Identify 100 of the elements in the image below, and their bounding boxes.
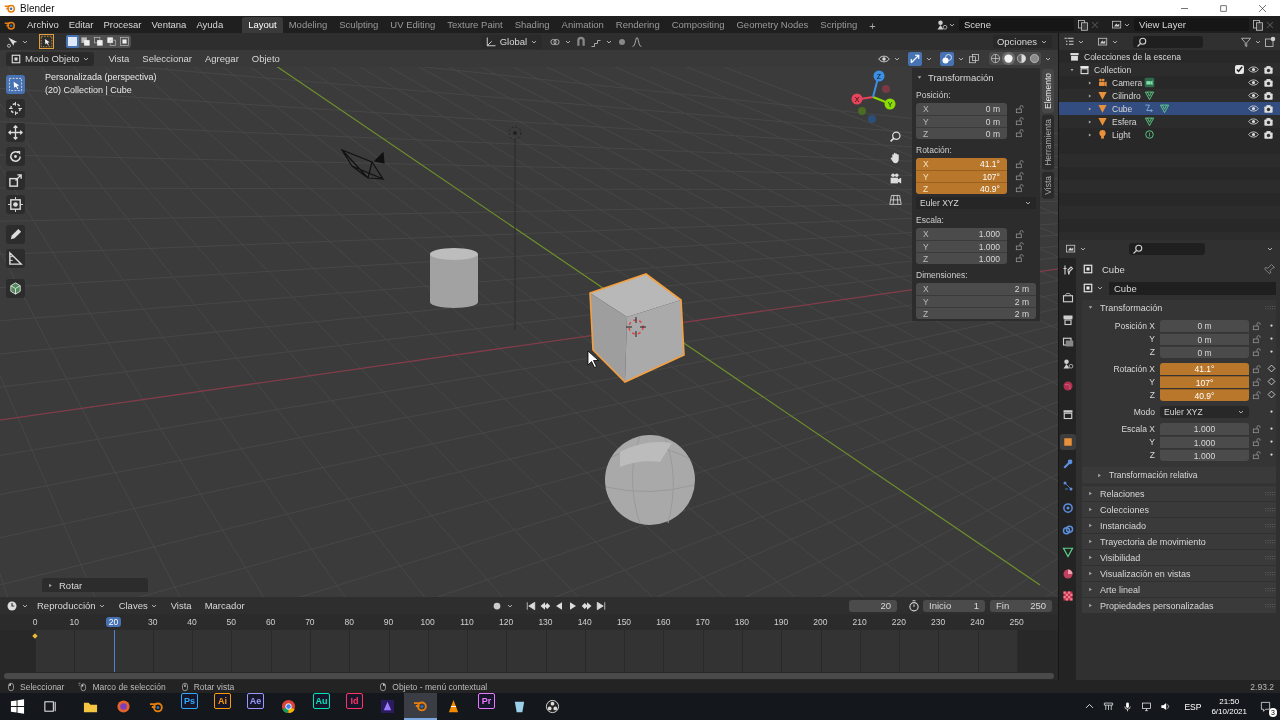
name-field[interactable]: Cube	[1109, 281, 1276, 295]
tray-icon[interactable]	[1103, 701, 1115, 712]
network-icon[interactable]	[1141, 701, 1153, 712]
menu-item[interactable]: Vista	[103, 53, 135, 64]
wireframe-shading-icon[interactable]	[989, 52, 1002, 65]
number-field[interactable]: X 41.1°	[916, 158, 1007, 170]
rotation-mode-dropdown[interactable]: Euler XYZ	[916, 197, 1036, 209]
lock-icon[interactable]	[1252, 436, 1262, 447]
browser-icon[interactable]	[281, 699, 296, 714]
new-icon[interactable]	[1252, 18, 1264, 31]
number-field[interactable]: Z 40.9°	[916, 182, 1007, 194]
taskbar-button[interactable]: Au	[313, 693, 330, 709]
workspace-tab[interactable]: Scripting	[814, 17, 864, 33]
number-field[interactable]: 0 m	[1160, 345, 1249, 358]
expand-arrow-icon[interactable]	[1087, 490, 1094, 497]
panel-title[interactable]: Instanciado	[1100, 520, 1147, 531]
lock-icon[interactable]	[1252, 320, 1262, 331]
outliner-row[interactable]: Cube	[1059, 102, 1280, 115]
mesh-data-icon[interactable]	[1144, 116, 1155, 127]
mesh-data-icon[interactable]	[1159, 103, 1170, 114]
taskbar-button[interactable]: Id	[346, 693, 363, 709]
search-field[interactable]	[1129, 243, 1205, 255]
app-icon[interactable]	[380, 699, 395, 714]
pencil-tool-icon[interactable]	[6, 225, 25, 244]
mode-dropdown[interactable]: Euler XYZ	[1160, 405, 1249, 418]
panel-title[interactable]: Arte lineal	[1100, 584, 1141, 595]
jump-start-icon[interactable]	[525, 599, 538, 612]
lock-icon[interactable]	[1015, 171, 1025, 181]
selection-mode-icon[interactable]	[118, 35, 131, 48]
material-shading-icon[interactable]	[1015, 52, 1028, 65]
last-operator-panel[interactable]: Rotar	[42, 578, 148, 592]
expand-arrow-icon[interactable]	[916, 73, 923, 81]
app-icon[interactable]	[512, 699, 527, 714]
expand-arrow-icon[interactable]	[1087, 522, 1094, 529]
selection-mode-icon[interactable]	[92, 35, 105, 48]
windows-icon[interactable]	[10, 699, 25, 714]
expand-arrow-icon[interactable]	[1087, 554, 1094, 561]
lock-icon[interactable]	[1252, 346, 1262, 357]
expand-arrow-icon[interactable]	[1087, 304, 1094, 311]
taskbar-button[interactable]: Pr	[478, 693, 495, 709]
options-dropdown[interactable]: Opciones	[992, 35, 1052, 48]
ruler-tool-icon[interactable]	[6, 249, 25, 268]
number-field[interactable]: 40.9°	[1160, 388, 1249, 401]
timeline-editor-icon[interactable]	[6, 599, 18, 612]
taskbar-button[interactable]: Ae	[247, 693, 264, 709]
maximize-icon[interactable]	[1218, 2, 1229, 14]
menu-item[interactable]: Editar	[63, 19, 99, 30]
tool-icon[interactable]	[6, 35, 18, 48]
expand-arrow-icon[interactable]	[1087, 131, 1093, 138]
number-field[interactable]: X 2 m	[916, 283, 1036, 295]
number-field[interactable]: 1.000	[1160, 435, 1249, 448]
outliner-row[interactable]: Cilindro	[1059, 89, 1280, 102]
object-tab-icon[interactable]	[1059, 434, 1076, 450]
scene-icon[interactable]	[936, 18, 948, 31]
lock-icon[interactable]	[1252, 389, 1262, 400]
rotate-tool-icon[interactable]	[6, 147, 25, 166]
view-layer-icon[interactable]	[1111, 18, 1123, 31]
cursor-tool-icon[interactable]	[6, 99, 25, 118]
menu-item[interactable]: Reproducción	[32, 600, 111, 611]
start-frame-field[interactable]: Inicio 1	[923, 599, 985, 612]
notification-icon[interactable]	[1260, 701, 1271, 712]
lock-icon[interactable]	[1015, 116, 1025, 126]
scene-field[interactable]: Scene	[959, 18, 1074, 31]
outliner-row[interactable]: Camera	[1059, 76, 1280, 89]
browser-icon[interactable]	[116, 699, 131, 714]
end-frame-field[interactable]: Fin 250	[990, 599, 1052, 612]
view-layer-field[interactable]: View Layer	[1134, 18, 1249, 31]
render-toggle-icon[interactable]	[1263, 103, 1274, 114]
app-icon[interactable]	[545, 699, 560, 714]
workspace-tab[interactable]: Sculpting	[333, 17, 385, 33]
eye-icon[interactable]	[1248, 77, 1259, 88]
number-field[interactable]: 0 m	[1160, 332, 1249, 345]
outliner-icon[interactable]	[1063, 35, 1075, 48]
render-toggle-icon[interactable]	[1263, 64, 1274, 75]
number-field[interactable]: X 0 m	[916, 103, 1007, 115]
speaker-icon[interactable]	[1160, 701, 1172, 712]
rendered-shading-icon[interactable]	[1028, 52, 1041, 65]
outliner-row[interactable]: Esfera	[1059, 115, 1280, 128]
filter-icon[interactable]	[1240, 35, 1252, 48]
expand-arrow-icon[interactable]	[1096, 471, 1103, 479]
number-field[interactable]: X 1.000	[916, 228, 1007, 240]
task-view-icon[interactable]	[43, 699, 58, 714]
selection-mode-icon[interactable]	[66, 35, 79, 48]
number-field[interactable]: Y 2 m	[916, 295, 1036, 307]
eye-icon[interactable]	[1248, 64, 1259, 75]
language-indicator[interactable]: ESP	[1184, 701, 1202, 712]
number-field[interactable]: 1.000	[1160, 422, 1249, 435]
sidebar-tab[interactable]: Elemento	[1042, 69, 1054, 113]
workspace-tab[interactable]: Modeling	[282, 17, 334, 33]
render-toggle-icon[interactable]	[1263, 116, 1274, 127]
object-icon[interactable]	[1082, 282, 1094, 294]
eye-icon[interactable]	[1248, 129, 1259, 140]
expand-arrow-icon[interactable]	[1087, 570, 1094, 577]
menu-item[interactable]: Objeto	[246, 53, 285, 64]
current-frame-field[interactable]: 20	[849, 599, 897, 612]
workspace-tab[interactable]: Rendering	[609, 17, 666, 33]
zoom-icon[interactable]	[889, 130, 902, 143]
collection-item[interactable]: Collection	[1094, 64, 1132, 75]
snap-icon[interactable]	[575, 35, 588, 48]
lock-icon[interactable]	[1015, 128, 1025, 138]
